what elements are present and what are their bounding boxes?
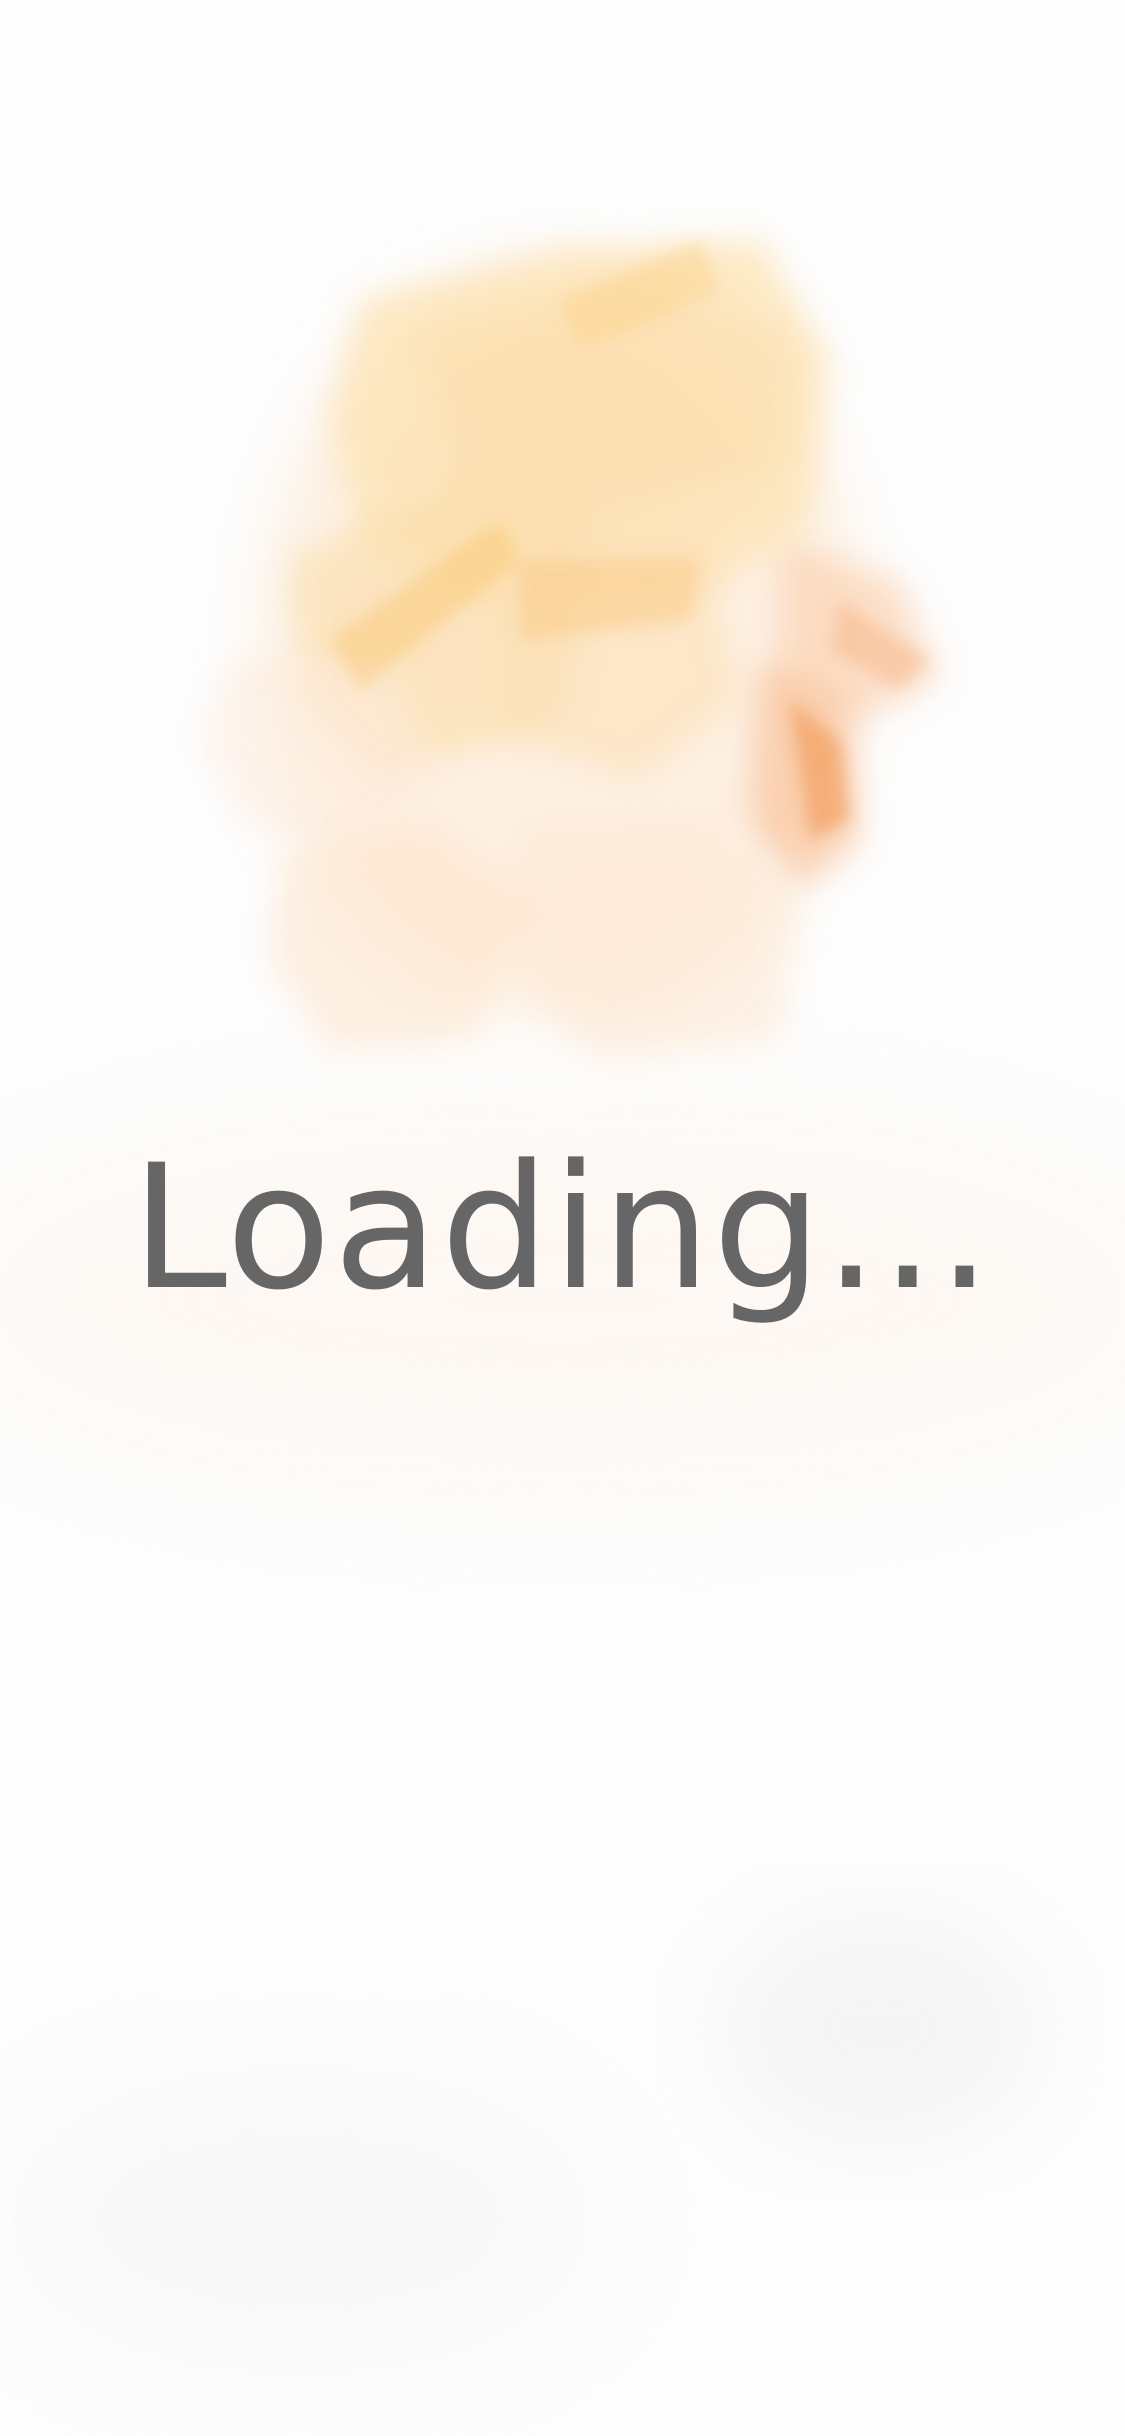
loading-label: Loading... <box>131 1127 994 1328</box>
loading-screen: Loading... <box>0 0 1125 2436</box>
